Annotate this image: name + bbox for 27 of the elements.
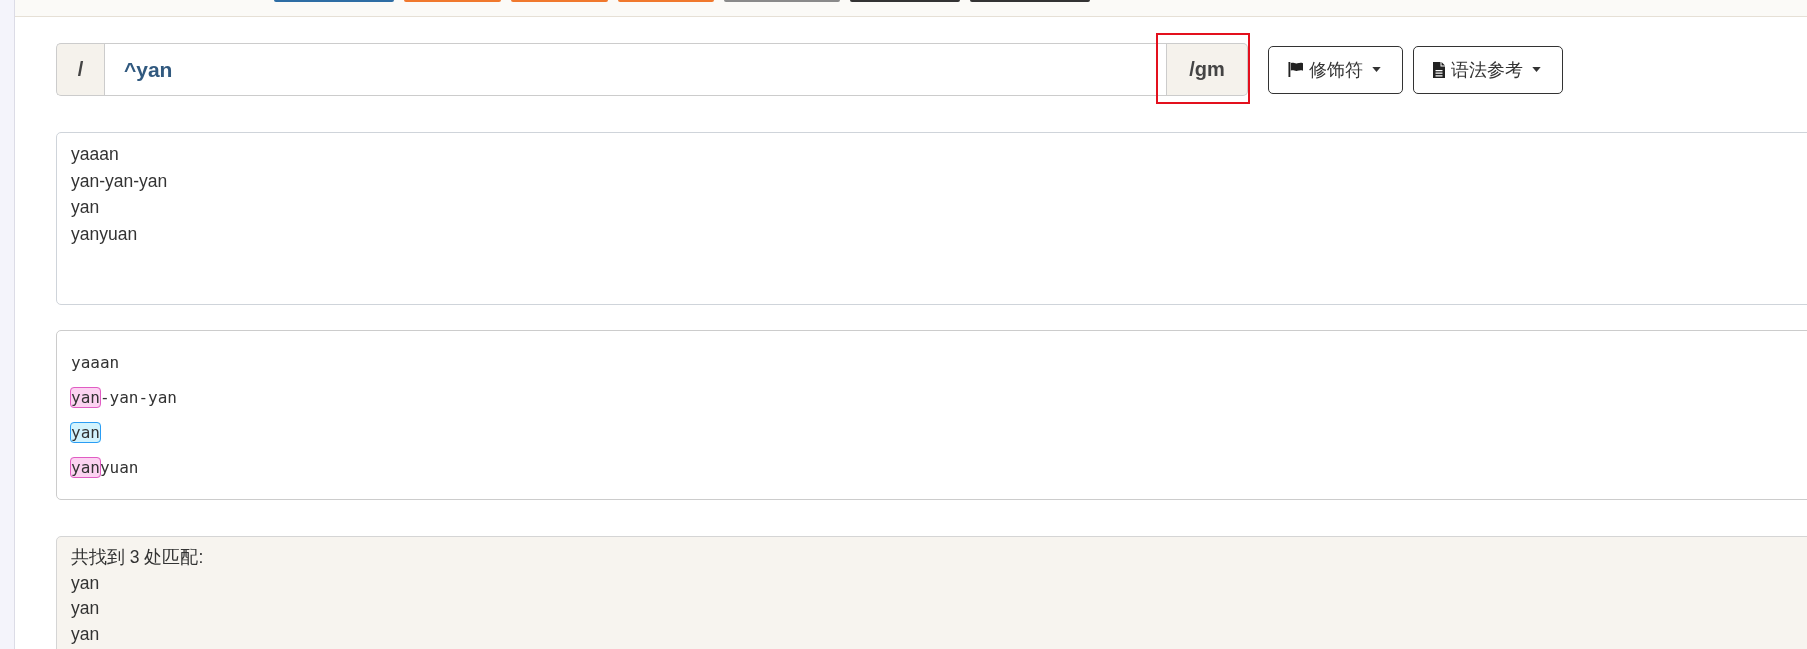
caret-icon [1532,67,1541,72]
match-item: yan [71,622,101,646]
regex-input[interactable]: ^yan [104,43,1167,96]
syntax-reference-button[interactable]: 语法参考 [1413,45,1563,94]
result-text: -yan-yan [99,388,177,407]
match-highlight: yan [70,387,101,408]
result-text: yuan [99,458,139,477]
match-item: yan [71,571,101,595]
result-text: yaaan [71,353,120,372]
button-edge[interactable] [404,0,501,2]
match-highlight: yan [70,457,101,478]
modifiers-button[interactable]: 修饰符 [1268,45,1403,94]
test-text-area[interactable]: yaaan yan-yan-yan yan yanyuan [56,132,1807,305]
summary-heading: 共找到 3 处匹配: [71,546,205,569]
caret-icon [1372,67,1381,72]
button-edge[interactable] [970,0,1090,2]
button-edge[interactable] [850,0,960,2]
button-edge[interactable] [724,0,840,2]
button-edge[interactable] [511,0,608,2]
button-edge[interactable] [618,0,714,2]
match-item: yan [71,597,101,620]
match-highlight: yan [70,422,101,443]
flag-icon [1288,62,1303,77]
document-icon [1433,61,1445,78]
delimiter-addon: / [56,43,104,96]
button-edge[interactable] [274,0,394,2]
flags-addon: /gm [1167,43,1248,96]
